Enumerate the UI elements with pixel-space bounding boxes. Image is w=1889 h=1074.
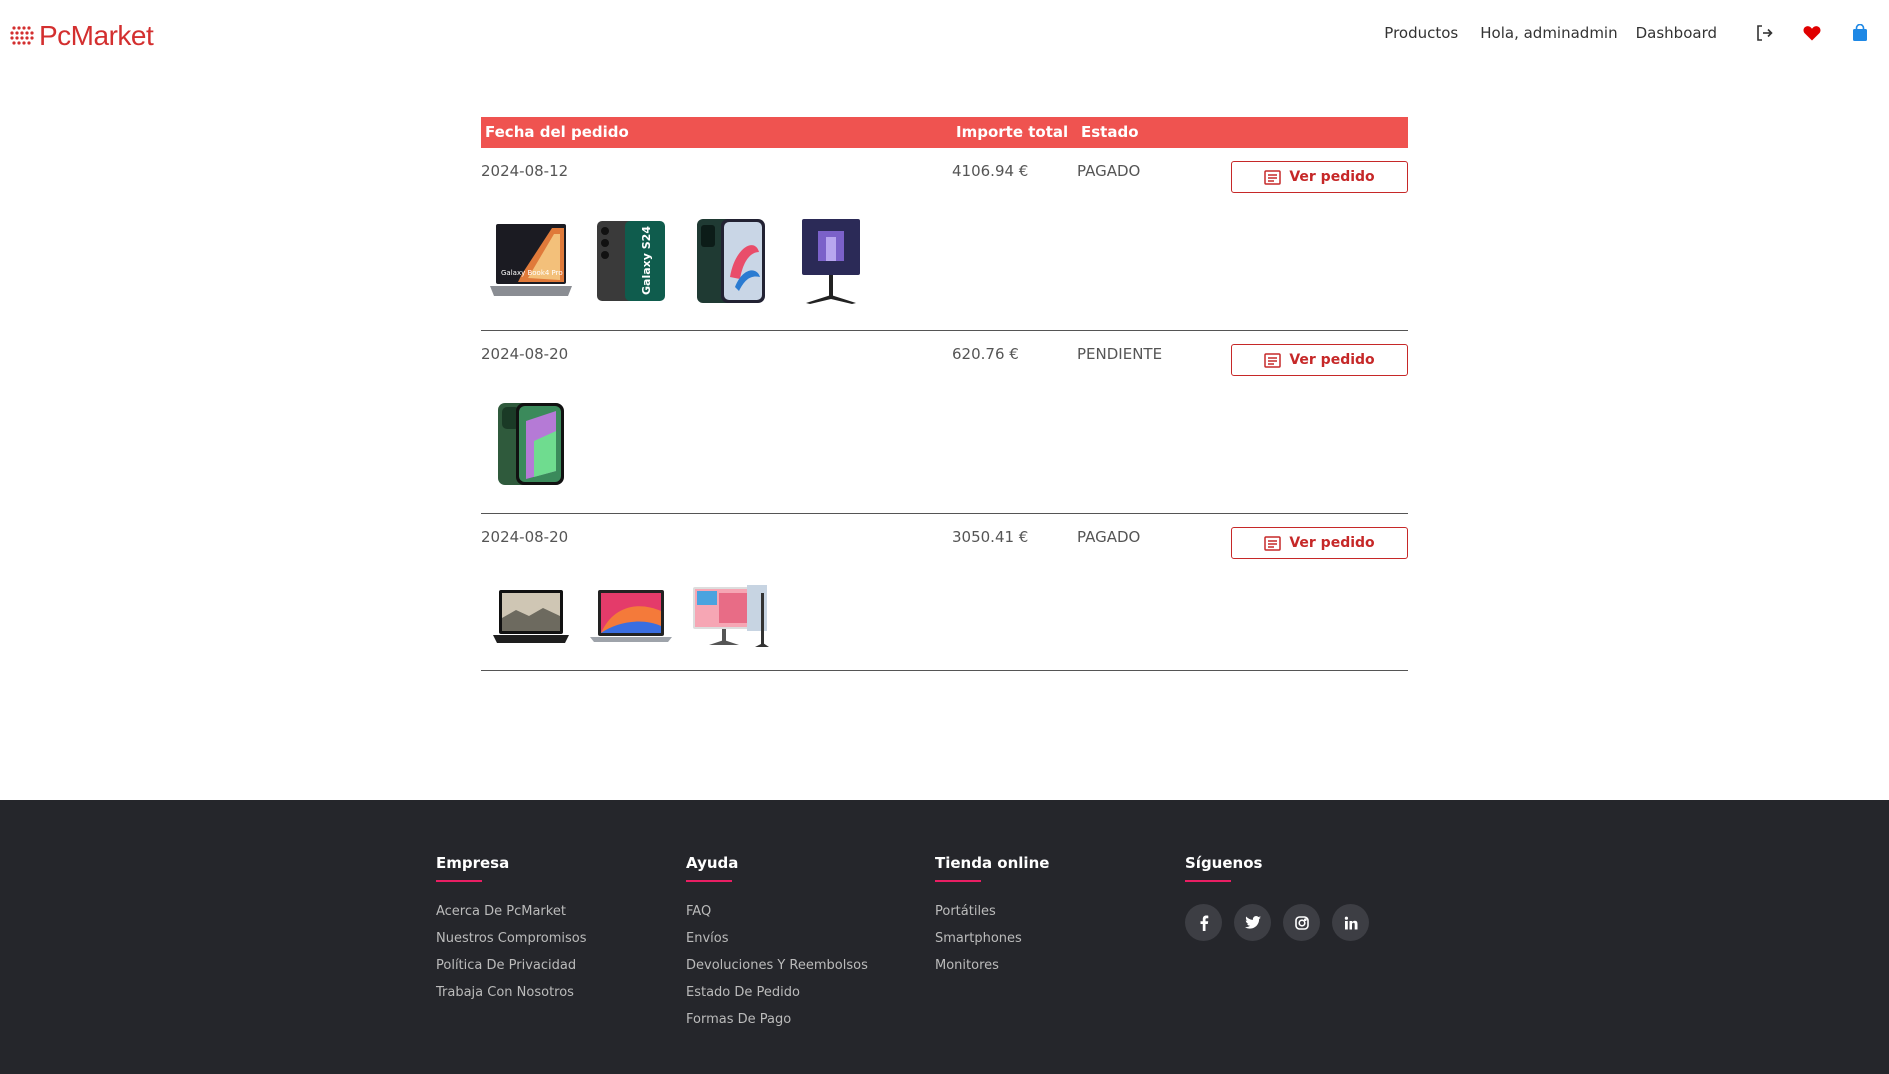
logo-text: PcMarket [39, 20, 154, 51]
footer-link[interactable]: Envíos [686, 931, 868, 946]
instagram-icon[interactable] [1283, 904, 1320, 941]
footer-link[interactable]: Formas De Pago [686, 1012, 868, 1027]
list-icon [1264, 535, 1282, 551]
facebook-icon[interactable] [1185, 904, 1222, 941]
footer-column-ayuda: Ayuda FAQ Envíos Devoluciones Y Reembols… [686, 854, 868, 1039]
product-thumb-smartphone[interactable] [481, 399, 581, 489]
footer-link[interactable]: Estado De Pedido [686, 985, 868, 1000]
twitter-icon[interactable] [1234, 904, 1271, 941]
heart-icon[interactable] [1801, 22, 1823, 44]
svg-text:Galaxy S24: Galaxy S24 [640, 226, 653, 295]
svg-text:Galaxy Book4 Pro: Galaxy Book4 Pro [501, 269, 563, 277]
logo[interactable]: PcMarket [9, 20, 154, 52]
footer-link[interactable]: Smartphones [935, 931, 1049, 946]
product-thumb-smartphone[interactable]: Galaxy S24 [581, 216, 681, 306]
footer-link[interactable]: Acerca De PcMarket [436, 904, 586, 919]
view-order-button[interactable]: Ver pedido [1231, 344, 1408, 376]
order-total: 4106.94 € [952, 162, 1029, 180]
footer-link[interactable]: Monitores [935, 958, 1049, 973]
list-icon [1264, 352, 1282, 368]
order-date: 2024-08-20 [481, 528, 569, 546]
view-order-button[interactable]: Ver pedido [1231, 161, 1408, 193]
order-products [481, 578, 781, 654]
footer-heading: Ayuda [686, 854, 739, 872]
product-thumb-laptop[interactable] [481, 571, 581, 661]
orders-table-header: Fecha del pedido Importe total Estado [481, 117, 1408, 148]
orders-table: Fecha del pedido Importe total Estado 20… [481, 117, 1408, 671]
footer-link[interactable]: Política De Privacidad [436, 958, 586, 973]
footer-link[interactable]: Nuestros Compromisos [436, 931, 586, 946]
view-order-button[interactable]: Ver pedido [1231, 527, 1408, 559]
product-thumb-monitor[interactable] [781, 216, 881, 306]
product-thumb-smartphone[interactable] [681, 216, 781, 306]
list-icon [1264, 169, 1282, 185]
order-date: 2024-08-20 [481, 345, 569, 363]
header-total: Importe total [956, 123, 1069, 141]
footer-link[interactable]: Devoluciones Y Reembolsos [686, 958, 868, 973]
shopping-bag-icon[interactable] [1849, 22, 1871, 44]
order-total: 620.76 € [952, 345, 1019, 363]
view-order-label: Ver pedido [1289, 352, 1375, 368]
footer-column-empresa: Empresa Acerca De PcMarket Nuestros Comp… [436, 854, 586, 1012]
footer-heading: Síguenos [1185, 854, 1263, 872]
footer-heading-underline [686, 880, 732, 882]
order-products: Galaxy Book4 Pro Galaxy S24 [481, 216, 881, 306]
main-nav: Productos Hola, adminadmin Dashboard [1384, 22, 1889, 44]
view-order-label: Ver pedido [1289, 169, 1375, 185]
linkedin-icon[interactable] [1332, 904, 1369, 941]
nav-dashboard[interactable]: Dashboard [1636, 24, 1717, 42]
footer-heading-underline [436, 880, 482, 882]
product-thumb-monitor[interactable] [681, 571, 781, 661]
view-order-label: Ver pedido [1289, 535, 1375, 551]
order-products [481, 399, 581, 489]
order-total: 3050.41 € [952, 528, 1029, 546]
footer-heading-underline [1185, 880, 1231, 882]
social-links [1185, 904, 1381, 941]
footer-heading: Empresa [436, 854, 510, 872]
order-row: 2024-08-20 3050.41 € PAGADO Ver pedido [481, 514, 1408, 671]
footer: Empresa Acerca De PcMarket Nuestros Comp… [0, 800, 1889, 1074]
header: PcMarket Productos Hola, adminadmin Dash… [0, 0, 1889, 72]
product-thumb-laptop[interactable]: Galaxy Book4 Pro [481, 216, 581, 306]
logout-icon[interactable] [1753, 22, 1775, 44]
order-state: PAGADO [1077, 528, 1141, 546]
footer-link[interactable]: Portátiles [935, 904, 1049, 919]
nav-productos[interactable]: Productos [1384, 24, 1458, 42]
header-date: Fecha del pedido [485, 123, 629, 141]
order-date: 2024-08-12 [481, 162, 569, 180]
order-state: PENDIENTE [1077, 345, 1163, 363]
footer-column-tienda: Tienda online Portátiles Smartphones Mon… [935, 854, 1049, 985]
product-thumb-laptop[interactable] [581, 571, 681, 661]
order-state: PAGADO [1077, 162, 1141, 180]
footer-link[interactable]: FAQ [686, 904, 868, 919]
footer-heading-underline [935, 880, 981, 882]
order-row: 2024-08-20 620.76 € PENDIENTE Ver pedido [481, 331, 1408, 514]
order-row: 2024-08-12 4106.94 € PAGADO Ver pedido G… [481, 148, 1408, 331]
logo-dots-icon [10, 26, 34, 45]
footer-column-siguenos: Síguenos [1185, 854, 1381, 941]
nav-greeting[interactable]: Hola, adminadmin [1480, 24, 1617, 42]
footer-heading: Tienda online [935, 854, 1050, 872]
footer-link[interactable]: Trabaja Con Nosotros [436, 985, 586, 1000]
header-state: Estado [1081, 123, 1139, 141]
